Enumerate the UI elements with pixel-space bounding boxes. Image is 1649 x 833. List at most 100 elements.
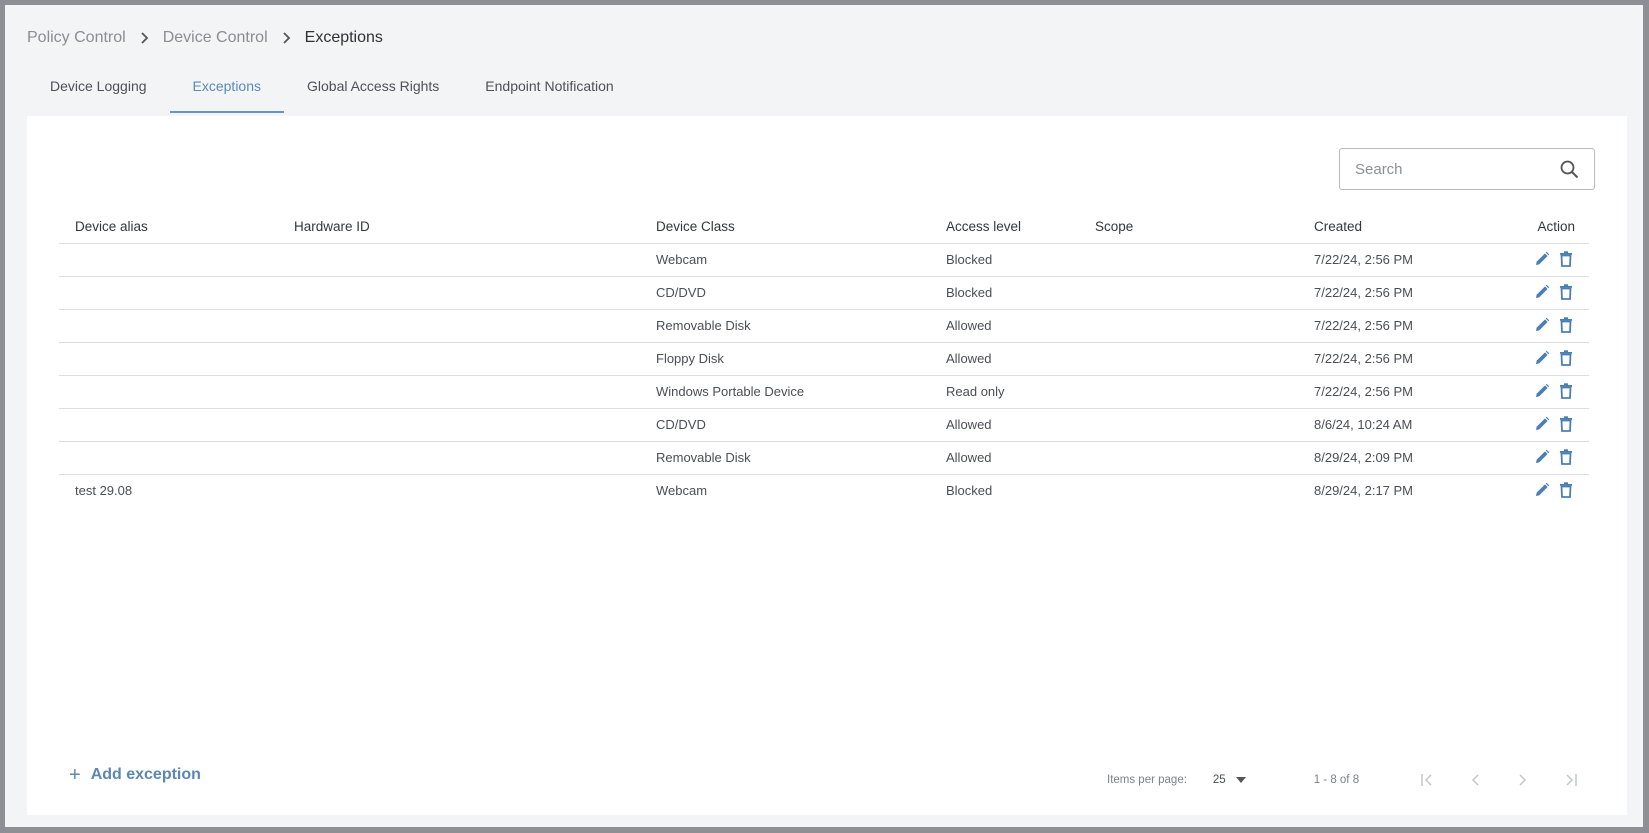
created-cell: 7/22/24, 2:56 PM	[1298, 243, 1508, 277]
device-alias-cell	[59, 243, 278, 277]
edit-icon[interactable]	[1533, 481, 1551, 499]
items-per-page-select[interactable]: 25	[1213, 774, 1246, 786]
action-cell	[1508, 309, 1589, 343]
page-range-label: 1 - 8 of 8	[1313, 774, 1360, 786]
scope-cell	[1079, 276, 1298, 310]
row-actions	[1533, 448, 1575, 466]
action-cell	[1508, 342, 1589, 376]
access-level-cell: Allowed	[930, 408, 1079, 442]
row-actions	[1533, 283, 1575, 301]
device-class-cell: Webcam	[656, 483, 708, 499]
edit-icon[interactable]	[1533, 283, 1551, 301]
delete-icon[interactable]	[1557, 382, 1575, 400]
add-exception-button[interactable]: + Add exception	[69, 765, 201, 785]
app-window: Policy Control Device Control Exceptions…	[5, 5, 1643, 827]
table-row[interactable]: Removable Disk Allowed 8/29/24, 2:09 PM	[59, 441, 1589, 475]
action-cell	[1508, 243, 1589, 277]
access-level-cell: Blocked	[946, 483, 993, 499]
search-input[interactable]	[1355, 160, 1559, 178]
first-page-button[interactable]	[1403, 770, 1451, 790]
hardware-id-cell	[278, 474, 640, 507]
access-level-cell: Read only	[930, 375, 1079, 409]
device-class-cell: Windows Portable Device	[640, 375, 930, 409]
column-header-device-class[interactable]: Device Class	[640, 210, 930, 244]
created-cell: 8/6/24, 10:24 AM	[1298, 408, 1508, 442]
chevron-right-icon	[282, 32, 291, 44]
search-icon[interactable]	[1559, 159, 1579, 179]
scope-cell	[1079, 243, 1298, 277]
delete-icon[interactable]	[1557, 349, 1575, 367]
exceptions-card: Device alias Hardware ID Device Class Ac…	[27, 116, 1627, 815]
access-level-cell: Blocked	[930, 276, 1079, 310]
tab-device-logging[interactable]: Device Logging	[27, 71, 170, 113]
column-header-action: Action	[1508, 210, 1589, 244]
row-actions	[1533, 481, 1575, 499]
created-cell: 8/29/24, 2:09 PM	[1298, 441, 1508, 475]
delete-icon[interactable]	[1557, 250, 1575, 268]
tab-exceptions[interactable]: Exceptions	[169, 71, 285, 113]
chevron-right-icon	[140, 32, 149, 44]
table-row[interactable]: Removable Disk Allowed 7/22/24, 2:56 PM	[59, 309, 1589, 343]
action-cell	[1508, 375, 1589, 409]
row-actions	[1533, 382, 1575, 400]
row-actions	[1533, 316, 1575, 334]
caret-down-icon	[1235, 777, 1246, 783]
row-actions	[1533, 349, 1575, 367]
column-header-created[interactable]: Created	[1298, 210, 1508, 244]
column-header-device-alias[interactable]: Device alias	[59, 210, 278, 244]
table-row[interactable]: Floppy Disk Allowed 7/22/24, 2:56 PM	[59, 342, 1589, 376]
delete-icon[interactable]	[1557, 316, 1575, 334]
action-cell	[1508, 276, 1589, 310]
device-class-cell: Floppy Disk	[640, 342, 930, 376]
edit-icon[interactable]	[1533, 349, 1551, 367]
edit-icon[interactable]	[1533, 250, 1551, 268]
edit-icon[interactable]	[1533, 382, 1551, 400]
device-alias-cell	[59, 441, 278, 475]
tab-endpoint-notification[interactable]: Endpoint Notification	[462, 71, 636, 113]
access-level-cell: Blocked	[930, 243, 1079, 277]
row-actions	[1533, 250, 1575, 268]
table-row[interactable]: CD/DVD Blocked 7/22/24, 2:56 PM	[59, 276, 1589, 310]
hardware-id-cell	[278, 276, 640, 310]
action-cell	[1508, 474, 1589, 507]
created-cell: 7/22/24, 2:56 PM	[1298, 276, 1508, 310]
hardware-id-cell	[278, 408, 640, 442]
breadcrumb-device-control[interactable]: Device Control	[163, 29, 268, 47]
created-cell: 7/22/24, 2:56 PM	[1298, 342, 1508, 376]
previous-page-button[interactable]	[1451, 770, 1499, 790]
edit-icon[interactable]	[1533, 415, 1551, 433]
breadcrumb-policy-control[interactable]: Policy Control	[27, 29, 126, 47]
access-level-cell: Allowed	[930, 342, 1079, 376]
column-header-scope[interactable]: Scope	[1079, 210, 1298, 244]
row-actions	[1533, 415, 1575, 433]
breadcrumb: Policy Control Device Control Exceptions	[27, 27, 383, 49]
table-row[interactable]: CD/DVD Allowed 8/6/24, 10:24 AM	[59, 408, 1589, 442]
edit-icon[interactable]	[1533, 448, 1551, 466]
column-header-hardware-id[interactable]: Hardware ID	[278, 210, 640, 244]
tab-bar: Device Logging Exceptions Global Access …	[27, 71, 637, 113]
delete-icon[interactable]	[1557, 448, 1575, 466]
chevron-left-icon	[1472, 774, 1479, 786]
items-per-page-value: 25	[1212, 774, 1226, 786]
created-cell: 7/22/24, 2:56 PM	[1298, 375, 1508, 409]
device-class-cell: Removable Disk	[640, 441, 930, 475]
paginator: Items per page: 25 1 - 8 of 8	[1107, 770, 1595, 790]
table-row[interactable]: test 29.08 Webcam Blocked 8/29/24, 2:17 PM	[59, 474, 1589, 507]
delete-icon[interactable]	[1557, 481, 1575, 499]
tab-global-access-rights[interactable]: Global Access Rights	[284, 71, 462, 113]
last-page-button[interactable]	[1547, 770, 1595, 790]
exceptions-table: Device alias Hardware ID Device Class Ac…	[59, 210, 1589, 507]
scope-cell	[1079, 375, 1298, 409]
table-row[interactable]: Windows Portable Device Read only 7/22/24,…	[59, 375, 1589, 409]
table-row[interactable]: Webcam Blocked 7/22/24, 2:56 PM	[59, 243, 1589, 277]
next-page-button[interactable]	[1499, 770, 1547, 790]
delete-icon[interactable]	[1557, 283, 1575, 301]
delete-icon[interactable]	[1557, 415, 1575, 433]
edit-icon[interactable]	[1533, 316, 1551, 334]
search-box	[1339, 148, 1595, 190]
scope-cell	[1079, 342, 1298, 376]
hardware-id-cell	[278, 375, 640, 409]
device-class-cell: CD/DVD	[640, 408, 930, 442]
column-header-access-level[interactable]: Access level	[930, 210, 1079, 244]
hardware-id-cell	[278, 441, 640, 475]
